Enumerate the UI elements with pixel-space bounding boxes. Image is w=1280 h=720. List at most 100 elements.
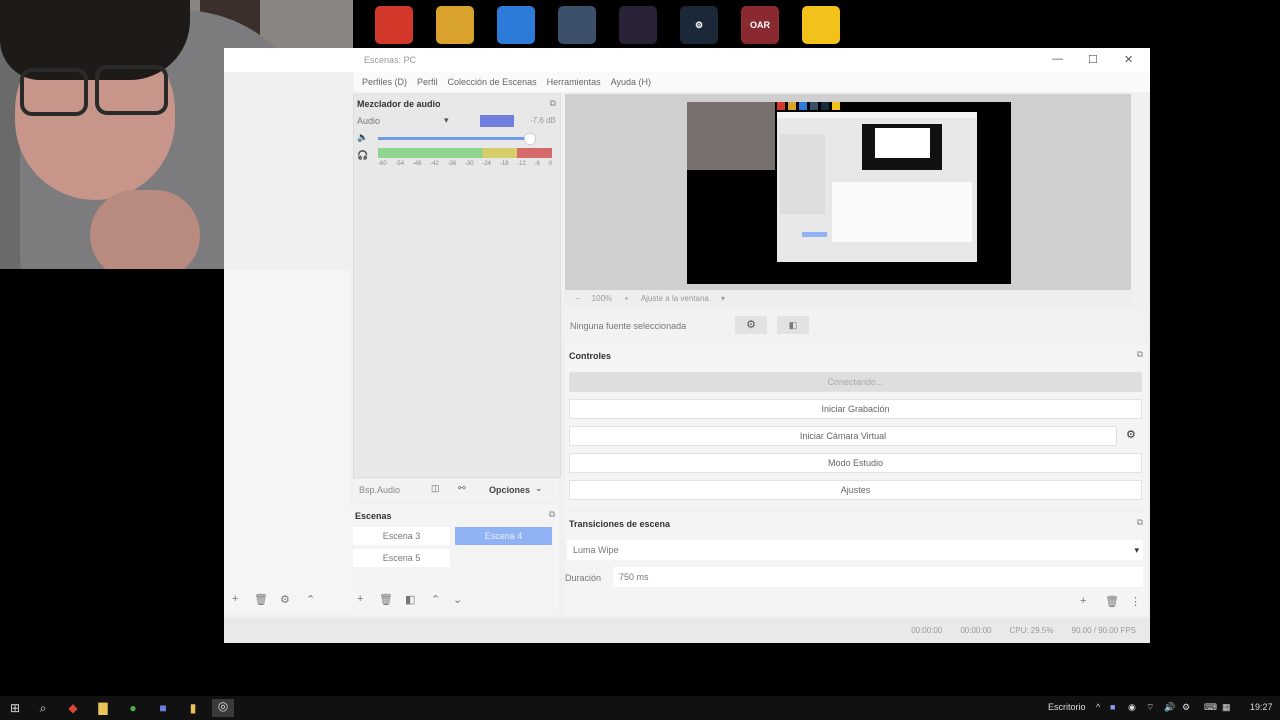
start-recording-button[interactable]: Iniciar Grabación: [569, 399, 1142, 419]
meter-tick-label: -48: [412, 161, 422, 167]
tray-app-icon[interactable]: ◉: [1128, 702, 1136, 713]
speaker-icon[interactable]: 🔈: [357, 132, 368, 143]
transition-dropdown-icon[interactable]: ▾: [1134, 540, 1139, 560]
close-icon[interactable]: ✕: [1124, 53, 1133, 66]
fps-readout: 90.00 / 90.00 FPS: [1071, 626, 1137, 635]
duration-input[interactable]: 750 ms: [613, 567, 1143, 587]
menu-item-ayuda[interactable]: Ayuda (H): [611, 77, 651, 87]
transitions-undock-icon[interactable]: ⧉: [1137, 517, 1143, 528]
notes-icon[interactable]: ▮: [186, 701, 200, 715]
brave-browser-icon[interactable]: ◆: [66, 701, 80, 715]
streaming-button[interactable]: Conectando...: [569, 372, 1142, 392]
clock: 19:27: [1250, 702, 1273, 712]
game-icon-1[interactable]: [375, 6, 413, 44]
settings-button[interactable]: Ajustes: [569, 480, 1142, 500]
menu-bar: Perfiles (D) Perfil Colección de Escenas…: [354, 72, 1150, 92]
move-down-icon[interactable]: ⌄: [453, 593, 462, 606]
language-icon[interactable]: ⌨: [1204, 702, 1217, 713]
scene-item[interactable]: Escena 5: [353, 549, 450, 567]
windows-start-icon[interactable]: ⊞: [8, 701, 22, 715]
window-title: Escenas: PC: [364, 55, 417, 65]
tray-discord-icon[interactable]: ■: [1110, 702, 1115, 712]
undock-icon[interactable]: ⧉: [550, 98, 556, 109]
xbox-icon[interactable]: ●: [126, 701, 140, 715]
game-icon-3[interactable]: [497, 6, 535, 44]
preview-canvas[interactable]: [687, 102, 1011, 284]
transition-select[interactable]: Luma Wipe ▾: [567, 540, 1143, 560]
obs-taskbar-icon[interactable]: ◎: [212, 699, 234, 717]
zoom-level: 100%: [591, 293, 613, 303]
transition-menu-icon[interactable]: ⋮: [1130, 595, 1141, 608]
cpu-usage: CPU: 29.5%: [1009, 626, 1054, 635]
scenes-undock-icon[interactable]: ⧉: [549, 509, 555, 520]
add-source-icon[interactable]: +: [232, 593, 238, 605]
game-icon-2[interactable]: [436, 6, 474, 44]
discord-icon[interactable]: ■: [156, 701, 170, 715]
volume-handle[interactable]: [524, 133, 536, 145]
wifi-icon[interactable]: ⌔: [1146, 702, 1154, 713]
controls-title: Controles: [569, 351, 612, 361]
remove-source-icon[interactable]: 🗑: [254, 593, 268, 606]
chevron-down-icon[interactable]: ⌄: [535, 483, 543, 494]
scene-item[interactable]: Escena 3: [353, 527, 450, 545]
menu-item-coleccion[interactable]: Colección de Escenas: [448, 77, 537, 87]
meter-tick-label: -60: [378, 161, 387, 167]
meter-tick-label: 0: [548, 161, 552, 167]
volume-icon[interactable]: 🔊: [1164, 702, 1175, 713]
remove-scene-icon[interactable]: 🗑: [379, 593, 393, 606]
studio-mode-button[interactable]: Modo Estudio: [569, 453, 1142, 473]
source-settings-icon[interactable]: ⚙: [735, 316, 767, 334]
obs-window: Escenas: PC — ☐ ✕ Perfiles (D) Perfil Co…: [224, 48, 1150, 643]
controls-undock-icon[interactable]: ⧉: [1137, 349, 1143, 360]
menu-item-perfil[interactable]: Perfil: [417, 77, 438, 87]
mixer-footer-label: Bsp.Audio: [359, 485, 401, 495]
add-transition-icon[interactable]: +: [1080, 595, 1086, 607]
meter-tick-label: -18: [499, 161, 509, 167]
settings-tray-icon[interactable]: ⚙: [1182, 702, 1190, 713]
fit-label[interactable]: Ajuste a la ventana: [641, 294, 709, 303]
minimize-icon[interactable]: —: [1052, 53, 1063, 65]
scene-filters-icon[interactable]: ◧: [405, 593, 415, 606]
maximize-icon[interactable]: ☐: [1088, 53, 1098, 66]
zoom-out-icon[interactable]: −: [575, 294, 580, 303]
game-icon-8[interactable]: [802, 6, 840, 44]
scene-item-selected[interactable]: Escena 4: [455, 527, 552, 545]
start-virtual-camera-button[interactable]: Iniciar Cámara Virtual: [569, 426, 1117, 446]
keyboard-icon[interactable]: ▦: [1222, 702, 1231, 713]
search-icon[interactable]: ⌕: [36, 701, 50, 715]
menu-item-perfiles[interactable]: Perfiles (D): [362, 77, 407, 87]
scenes-panel: Escenas ⧉ Escena 3 Escena 4 Escena 5 + 🗑…: [349, 505, 559, 615]
source-properties-icon[interactable]: ⚙: [280, 593, 290, 606]
game-icon-4[interactable]: [558, 6, 596, 44]
zoom-in-icon[interactable]: +: [624, 294, 629, 303]
menu-item-herramientas[interactable]: Herramientas: [547, 77, 601, 87]
desktop-label[interactable]: Escritorio: [1048, 702, 1086, 712]
duration-value: 750 ms: [619, 572, 649, 582]
volume-slider[interactable]: [378, 137, 528, 140]
mixer-button[interactable]: [480, 115, 514, 127]
preview-toolbar: − 100% + Ajuste a la ventana ▾: [565, 290, 1131, 306]
meter-tick-label: -30: [464, 161, 474, 167]
steam-icon[interactable]: ⚙: [680, 6, 718, 44]
headphones-icon[interactable]: 🎧: [357, 150, 368, 161]
options-button[interactable]: Opciones: [489, 485, 530, 495]
controls-panel: Controles ⧉ Conectando... Iniciar Grabac…: [565, 345, 1147, 510]
remove-transition-icon[interactable]: 🗑: [1105, 595, 1119, 608]
columns-icon[interactable]: ◫: [431, 483, 440, 494]
tray-chevron-icon[interactable]: ^: [1096, 702, 1100, 712]
virtual-camera-settings-icon[interactable]: ⚙: [1126, 428, 1136, 441]
link-icon[interactable]: ⚯: [458, 483, 466, 494]
game-icon-7[interactable]: OAR: [741, 6, 779, 44]
source-filters-icon[interactable]: ◧: [777, 316, 809, 334]
taskbar: ⊞ ⌕ ◆ ▇ ● ■ ▮ ◎ Escritorio ^ ■ ◉ ⌔ 🔊 ⚙ ⌨…: [0, 696, 1280, 720]
source-up-icon[interactable]: ⌃: [306, 593, 315, 606]
meter-tick-label: -36: [447, 161, 457, 167]
fit-dropdown-icon[interactable]: ▾: [721, 294, 725, 303]
file-explorer-icon[interactable]: ▇: [96, 701, 110, 715]
add-scene-icon[interactable]: +: [357, 593, 363, 605]
scenes-title: Escenas: [355, 511, 392, 521]
move-up-icon[interactable]: ⌃: [431, 593, 440, 606]
game-icon-5[interactable]: [619, 6, 657, 44]
source-menu-icon[interactable]: ▾: [444, 115, 449, 126]
left-panel: [224, 270, 349, 615]
